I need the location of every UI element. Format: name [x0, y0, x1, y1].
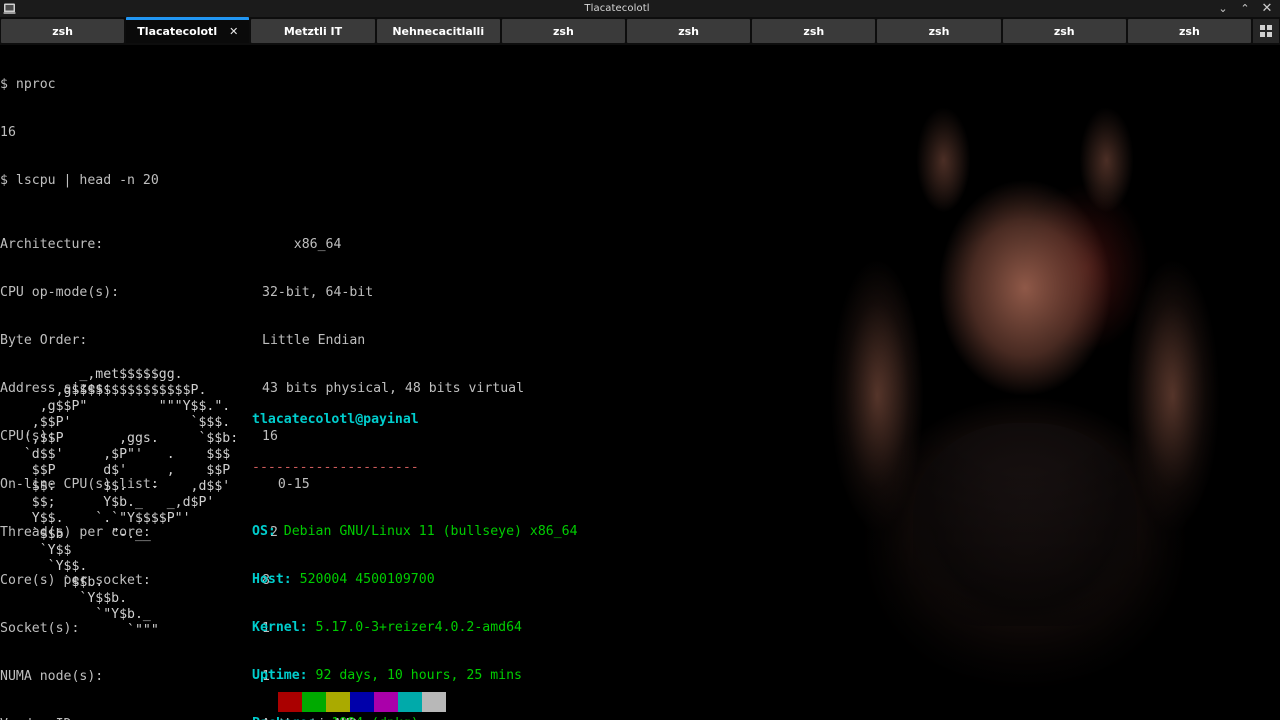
- lscpu-value: Little Endian: [262, 333, 366, 348]
- tab-bar: zsh Tlacatecolotl ✕ Metztli IT Nehnecaci…: [0, 17, 1280, 45]
- tab-label: zsh: [52, 24, 73, 38]
- lscpu-value: x86_64: [293, 237, 342, 252]
- field-value: 5.17.0-3+reizer4.0.2-amd64: [315, 620, 522, 635]
- terminal-window: Tlacatecolotl ⌄ ⌃ ✕ zsh Tlacatecolotl ✕ …: [0, 0, 1280, 720]
- lscpu-pad: [87, 333, 262, 348]
- ascii-line: `""": [0, 623, 159, 638]
- neofetch-field: Kernel: 5.17.0-3+reizer4.0.2-amd64: [252, 620, 522, 635]
- field-value: 520004 4500109700: [299, 572, 435, 587]
- output-nproc: 16: [0, 125, 16, 140]
- ascii-line: $$; Y$b._ _,d$P': [0, 495, 215, 510]
- ascii-line: ',$$P ,ggs. `$$b:: [0, 431, 239, 446]
- ascii-line: ,$$P' `$$$.: [0, 415, 231, 430]
- tab-4[interactable]: zsh: [501, 19, 626, 43]
- neofetch-user-host: tlacatecolotl@payinal: [252, 412, 419, 427]
- field-key: Uptime: [252, 668, 300, 683]
- tab-label: Nehnecacitlalli: [392, 24, 485, 38]
- tab-8[interactable]: zsh: [1002, 19, 1126, 43]
- lscpu-value: 32-bit, 64-bit: [262, 285, 374, 300]
- tab-6[interactable]: zsh: [752, 19, 876, 43]
- tab-7[interactable]: zsh: [877, 19, 1001, 43]
- field-key: Host: [252, 572, 284, 587]
- neofetch-field: Uptime: 92 days, 10 hours, 25 mins: [252, 668, 522, 683]
- debian-logo-ascii: _,met$$$$$gg. ,g$$$$$$$$$$$$$$$P. ,g$$P"…: [0, 367, 238, 639]
- palette-swatch-blue: [350, 692, 374, 712]
- tab-label: zsh: [803, 24, 825, 38]
- maximize-icon[interactable]: ⌃: [1239, 3, 1251, 14]
- title-bar: Tlacatecolotl ⌄ ⌃ ✕: [0, 0, 1280, 17]
- lscpu-pad: [103, 237, 294, 252]
- lscpu-row: CPU op-mode(s): 32-bit, 64-bit: [0, 285, 1280, 301]
- ascii-line: $$: $$. - ,d$$': [0, 479, 231, 494]
- field-key: Kernel: [252, 620, 300, 635]
- terminal-window-icon: [2, 1, 17, 16]
- tab-label: zsh: [1053, 24, 1075, 38]
- ascii-line: Y$$. `.`"Y$$$$P"': [0, 511, 191, 526]
- neofetch-rule: ---------------------: [252, 460, 419, 475]
- palette-swatch-red: [278, 692, 302, 712]
- ascii-line: `$$b "-.__: [0, 527, 151, 542]
- ascii-line: `Y$$b.: [0, 591, 128, 606]
- tab-label: zsh: [928, 24, 950, 38]
- field-key: OS: [252, 524, 268, 539]
- ascii-line: `Y$$.: [0, 559, 88, 574]
- ascii-line: _,met$$$$$gg.: [0, 367, 183, 382]
- ascii-line: ,g$$$$$$$$$$$$$$$P.: [0, 383, 207, 398]
- tab-label: zsh: [553, 24, 574, 38]
- neofetch-field: Host: 520004 4500109700: [252, 572, 435, 587]
- palette-swatch-yellow: [326, 692, 350, 712]
- ascii-line: $$P d$' , $$P: [0, 463, 231, 478]
- neofetch-field: OS: Debian GNU/Linux 11 (bullseye) x86_6…: [252, 524, 578, 539]
- ansi-palette: [278, 692, 446, 712]
- palette-swatch-green: [302, 692, 326, 712]
- field-key: Packages: [252, 716, 316, 720]
- ascii-line: `$$b.: [0, 575, 104, 590]
- field-value: 92 days, 10 hours, 25 mins: [315, 668, 522, 683]
- window-title: Tlacatecolotl: [584, 3, 650, 14]
- neofetch-info: tlacatecolotl@payinal ------------------…: [252, 380, 1205, 720]
- lscpu-key: NUMA node(s):: [0, 669, 104, 684]
- ascii-line: ,g$$P" """Y$$.".: [0, 399, 231, 414]
- tab-close-icon[interactable]: ✕: [229, 25, 238, 38]
- palette-swatch-cyan: [398, 692, 422, 712]
- palette-swatch-magenta: [374, 692, 398, 712]
- tab-3[interactable]: Nehnecacitlalli: [376, 19, 500, 43]
- tab-1-active[interactable]: Tlacatecolotl ✕: [126, 17, 250, 43]
- tab-label: Metztli IT: [283, 24, 343, 38]
- field-value: 1984 (dpkg): [331, 716, 418, 720]
- tab-label: Tlacatecolotl: [137, 24, 218, 38]
- palette-swatch-white: [422, 692, 446, 712]
- lscpu-key: CPU op-mode(s):: [0, 285, 120, 300]
- neofetch-field: Packages: 1984 (dpkg): [252, 716, 1205, 720]
- tab-0[interactable]: zsh: [1, 19, 125, 43]
- tab-label: zsh: [1179, 24, 1200, 38]
- tab-9[interactable]: zsh: [1127, 19, 1252, 43]
- tab-2[interactable]: Metztli IT: [251, 19, 375, 43]
- lscpu-key: Architecture:: [0, 237, 104, 252]
- ascii-line: `Y$$: [0, 543, 72, 558]
- lscpu-pad: [103, 669, 262, 684]
- tab-grid-icon[interactable]: [1253, 19, 1280, 43]
- tab-5[interactable]: zsh: [627, 19, 751, 43]
- field-value: Debian GNU/Linux 11 (bullseye) x86_64: [283, 524, 578, 539]
- lscpu-pad: [119, 285, 262, 300]
- tab-label: zsh: [678, 24, 699, 38]
- window-controls: ⌄ ⌃ ✕: [1217, 2, 1280, 15]
- command-nproc: $ nproc: [0, 77, 56, 92]
- close-icon[interactable]: ✕: [1261, 2, 1273, 15]
- ascii-line: `d$$' ,$P"' . $$$: [0, 447, 231, 462]
- lscpu-row: Byte Order: Little Endian: [0, 333, 1280, 349]
- ascii-line: `"Y$b._: [0, 607, 151, 622]
- command-lscpu: $ lscpu | head -n 20: [0, 173, 159, 188]
- lscpu-key: Byte Order:: [0, 333, 88, 348]
- lscpu-row: Architecture: x86_64: [0, 237, 1280, 253]
- minimize-icon[interactable]: ⌄: [1217, 3, 1229, 14]
